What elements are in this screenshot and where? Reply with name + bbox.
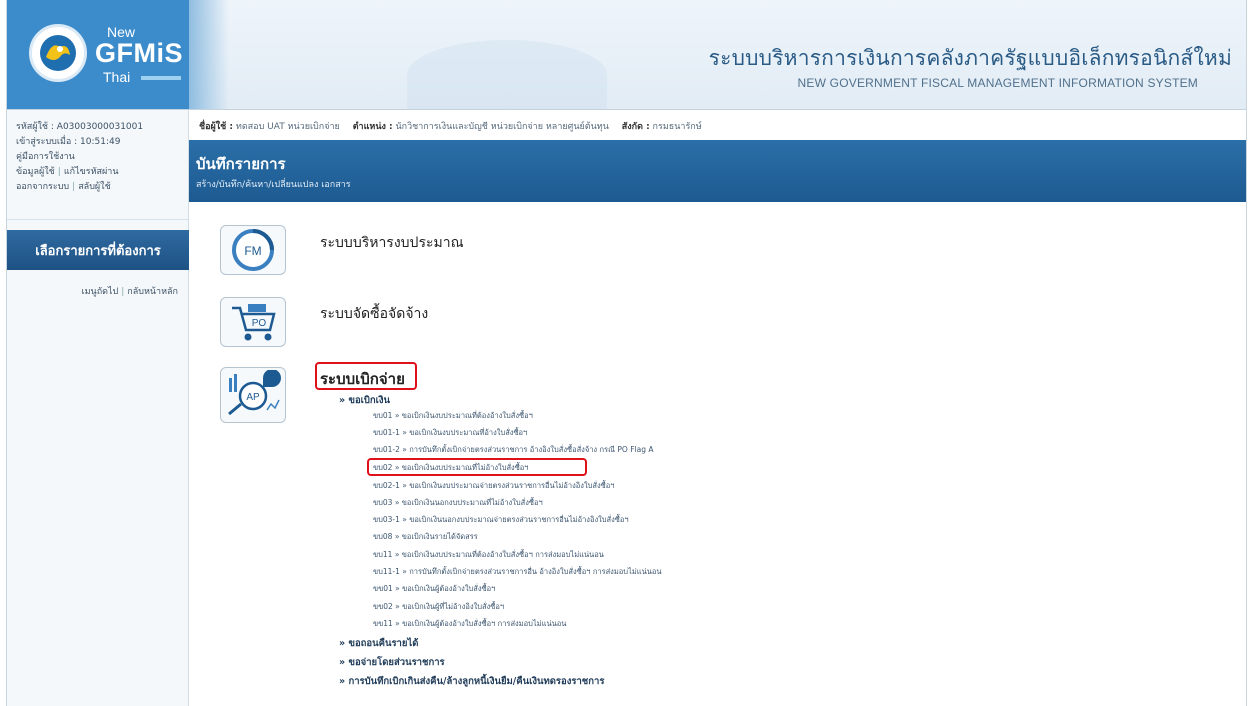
fm-module-icon[interactable]: FM <box>220 225 286 275</box>
department-value: กรมธนารักษ์ <box>652 122 702 132</box>
emblem-icon <box>29 24 87 82</box>
switch-user-link[interactable]: สลับผู้ใช้ <box>78 182 111 192</box>
page-subtitle: สร้าง/บันทึก/ค้นหา/เปลี่ยนแปลง เอกสาร <box>196 180 351 190</box>
position-label: ตำแหน่ง : <box>352 122 393 132</box>
menu-heading: เลือกรายการที่ต้องการ <box>7 230 189 270</box>
menu-group-gov-pay[interactable]: » ขอจ่ายโดยส่วนราชการ <box>339 655 445 670</box>
ap-module-icon[interactable]: AP <box>220 367 286 423</box>
logo-gfmis-text: GFMiS <box>95 38 183 68</box>
left-sidebar: รหัสผู้ใช้ : A03003000031001 เข้าสู่ระบบ… <box>7 110 189 706</box>
menu-item[interactable]: ขบ03-1 » ขอเบิกเงินนอกงบประมาณจ่ายตรงส่ว… <box>373 514 629 526</box>
logo-underline <box>141 76 181 80</box>
next-menu-link[interactable]: เมนูถัดไป <box>82 287 119 297</box>
fm-icon-label: FM <box>244 244 261 258</box>
app-frame: New GFMiS Thai ระบบบริหารการเงินการคลังภ… <box>6 0 1247 706</box>
system-title-english: NEW GOVERNMENT FISCAL MANAGEMENT INFORMA… <box>797 76 1198 90</box>
page-title: บันทึกรายการ <box>196 155 286 173</box>
page-banner: บันทึกรายการ สร้าง/บันทึก/ค้นหา/เปลี่ยนแ… <box>189 140 1246 202</box>
header-decoration <box>189 0 229 109</box>
profile-link[interactable]: ข้อมูลผู้ใช้ <box>16 167 55 177</box>
user-status-bar: ชื่อผู้ใช้ : ทดสอบ UAT หน่วยเบิกจ่าย ตำแ… <box>189 110 1246 140</box>
link-separator: | <box>72 182 76 192</box>
user-name-value: ทดสอบ UAT หน่วยเบิกจ่าย <box>235 122 340 132</box>
link-separator: | <box>57 167 61 177</box>
system-title-thai: ระบบบริหารการเงินการคลังภาครัฐแบบอิเล็กท… <box>708 46 1232 70</box>
menu-item[interactable]: ขข11 » ขอเบิกเงินผู้ต้องอ้างใบสั่งซื้อฯ … <box>373 618 566 630</box>
link-separator: | <box>121 287 125 297</box>
change-password-link[interactable]: แก้ไขรหัสผ่าน <box>64 167 119 177</box>
menu-group-withdraw[interactable]: » ขอเบิกเงิน <box>339 393 390 408</box>
position-value: นักวิชาการเงินและบัญชี หน่วยเบิกจ่าย หลา… <box>395 122 609 132</box>
app-header: New GFMiS Thai ระบบบริหารการเงินการคลังภ… <box>7 0 1246 110</box>
menu-group-refund[interactable]: » ขอถอนคืนรายได้ <box>339 636 418 651</box>
menu-item[interactable]: ขบ02-1 » ขอเบิกเงินงบประมาณจ่ายตรงส่วนรา… <box>373 480 614 492</box>
logout-link[interactable]: ออกจากระบบ <box>16 182 69 192</box>
menu-item[interactable]: ขบ11 » ขอเบิกเงินงบประมาณที่ต้องอ้างใบสั… <box>373 549 604 561</box>
login-time: เข้าสู่ระบบเมื่อ : 10:51:49 <box>16 137 121 147</box>
menu-group-return[interactable]: » การบันทึกเบิกเกินส่งคืน/ล้างลูกหนี้เงิ… <box>339 674 604 689</box>
po-module-title[interactable]: ระบบจัดซื้อจัดจ้าง <box>320 303 428 325</box>
header-decoration-arc <box>407 40 607 109</box>
po-icon-label: PO <box>252 318 267 329</box>
menu-item[interactable]: ขบ11-1 » การบันทึกตั้งเบิกจ่ายตรงส่วนราช… <box>373 566 661 578</box>
menu-item[interactable]: ขข01 » ขอเบิกเงินผู้ต้องอ้างใบสั่งซื้อฯ <box>373 583 495 595</box>
menu-item[interactable]: ขบ08 » ขอเบิกเงินรายได้จัดสรร <box>373 531 478 543</box>
menu-item[interactable]: ขบ01-1 » ขอเบิกเงินงบประมาณที่อ้างใบสั่ง… <box>373 427 527 439</box>
gfmis-logo[interactable]: New GFMiS Thai <box>7 0 189 109</box>
menu-nav-links: เมนูถัดไป | กลับหน้าหลัก <box>7 284 188 298</box>
item-highlight-box <box>367 458 587 476</box>
home-link[interactable]: กลับหน้าหลัก <box>127 287 178 297</box>
menu-item[interactable]: ขข02 » ขอเบิกเงินผู้ที่ไม่อ้างอิงใบสั่งซ… <box>373 601 504 613</box>
main-content: FM ระบบบริหารงบประมาณ PO ระบบจัดซื้อจัดจ… <box>189 202 1246 706</box>
user-name-label: ชื่อผู้ใช้ : <box>199 122 234 132</box>
manual-link[interactable]: คู่มือการใช้งาน <box>16 152 75 162</box>
menu-item[interactable]: ขบ01-2 » การบันทึกตั้งเบิกจ่ายตรงส่วนราช… <box>373 444 653 456</box>
menu-item[interactable]: ขบ03 » ขอเบิกเงินนอกงบประมาณที่ไม่อ้างใบ… <box>373 497 543 509</box>
menu-item[interactable]: ขบ01 » ขอเบิกเงินงบประมาณที่ต้องอ้างใบสั… <box>373 410 533 422</box>
department-label: สังกัด : <box>621 122 650 132</box>
fm-module-title[interactable]: ระบบบริหารงบประมาณ <box>320 232 464 254</box>
ap-icon-label: AP <box>246 392 260 403</box>
po-module-icon[interactable]: PO <box>220 297 286 347</box>
logo-thai-text: Thai <box>103 69 131 85</box>
ap-title-highlight <box>315 362 417 390</box>
user-info-panel: รหัสผู้ใช้ : A03003000031001 เข้าสู่ระบบ… <box>7 110 188 220</box>
user-id: รหัสผู้ใช้ : A03003000031001 <box>16 122 144 132</box>
